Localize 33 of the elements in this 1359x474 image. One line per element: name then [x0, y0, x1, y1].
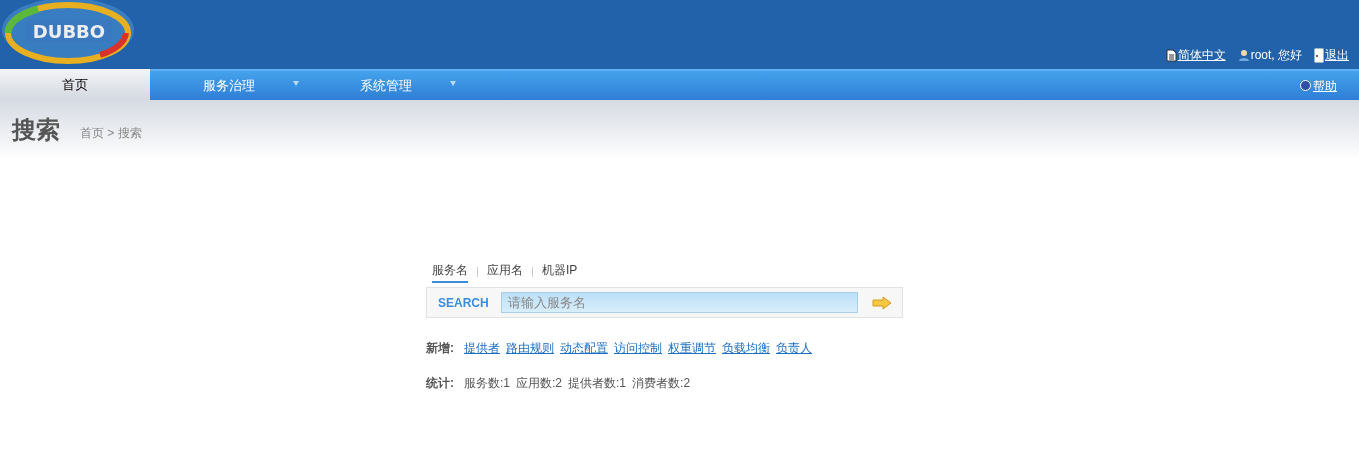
nav-tab[interactable]: 系统管理 [307, 71, 464, 100]
page-title: 搜索 [12, 115, 60, 145]
stat-text: 提供者数:1 [568, 375, 627, 392]
stats-label: 统计: [426, 375, 454, 392]
search-tab[interactable]: 机器IP [542, 261, 578, 283]
language-link[interactable]: 简体中文 [1177, 46, 1226, 64]
add-link[interactable]: 负载均衡 [722, 339, 770, 357]
document-icon [1165, 48, 1177, 62]
dropdown-caret-icon [293, 81, 299, 86]
add-link[interactable]: 权重调节 [668, 339, 716, 357]
search-tab[interactable]: 应用名 [487, 261, 523, 283]
search-tab[interactable]: 服务名 [432, 261, 468, 283]
add-link[interactable]: 访问控制 [614, 339, 662, 357]
add-label: 新增: [426, 340, 454, 357]
stat-text: 应用数:2 [516, 375, 563, 392]
user-icon [1237, 48, 1250, 62]
door-icon [1314, 47, 1324, 63]
greeting-text: root, 您好 [1250, 47, 1302, 64]
search-label: SEARCH [438, 294, 489, 312]
add-link[interactable]: 提供者 [464, 339, 500, 357]
search-field[interactable]: 请输入服务名 [500, 292, 858, 313]
nav-tab[interactable]: 首页 [0, 69, 150, 100]
add-link[interactable]: 路由规则 [506, 339, 554, 357]
stat-text: 消费者数:2 [632, 375, 691, 392]
help-icon [1300, 80, 1311, 91]
add-link[interactable]: 负责人 [776, 339, 812, 357]
logout-link[interactable]: 退出 [1325, 46, 1349, 64]
add-link[interactable]: 动态配置 [560, 339, 608, 357]
breadcrumb: 首页 > 搜索 [80, 125, 142, 142]
help-link[interactable]: 帮助 [1313, 76, 1337, 95]
nav-tab[interactable]: 服务治理 [150, 71, 307, 100]
dropdown-caret-icon [450, 81, 456, 86]
stat-text: 服务数:1 [464, 375, 510, 392]
